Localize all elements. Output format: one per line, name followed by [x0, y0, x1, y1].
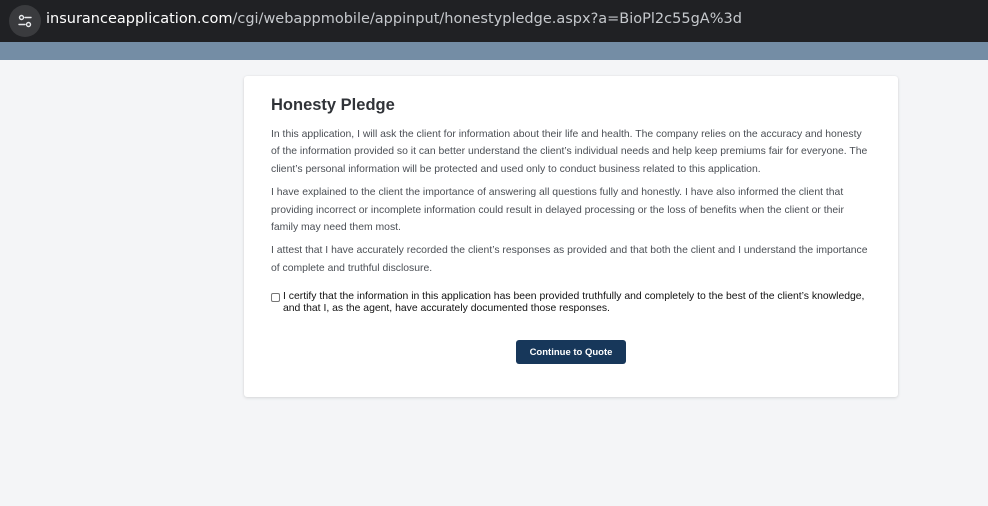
tune-icon — [18, 14, 32, 28]
pledge-card: Honesty Pledge In this application, I wi… — [244, 76, 898, 397]
pledge-paragraph: I have explained to the client the impor… — [271, 187, 844, 234]
site-info-button[interactable] — [9, 5, 41, 37]
url-path: /cgi/webappmobile/appinput/honestypledge… — [232, 11, 742, 27]
certify-checkbox[interactable] — [271, 293, 280, 303]
page-title: Honesty Pledge — [271, 96, 395, 114]
certify-label[interactable]: I certify that the information in this a… — [283, 291, 871, 315]
pledge-paragraph: I attest that I have accurately recorded… — [271, 245, 868, 274]
pledge-paragraph: In this application, I will ask the clie… — [271, 129, 868, 175]
url-field[interactable]: insuranceapplication.com/cgi/webappmobil… — [46, 9, 742, 29]
url-domain: insuranceapplication.com — [46, 11, 233, 27]
button-row: Continue to Quote — [271, 340, 871, 365]
site-header-band — [0, 42, 988, 60]
certify-row[interactable]: I certify that the information in this a… — [271, 291, 871, 315]
continue-to-quote-button[interactable]: Continue to Quote — [516, 340, 626, 365]
browser-address-bar: insuranceapplication.com/cgi/webappmobil… — [0, 0, 988, 42]
